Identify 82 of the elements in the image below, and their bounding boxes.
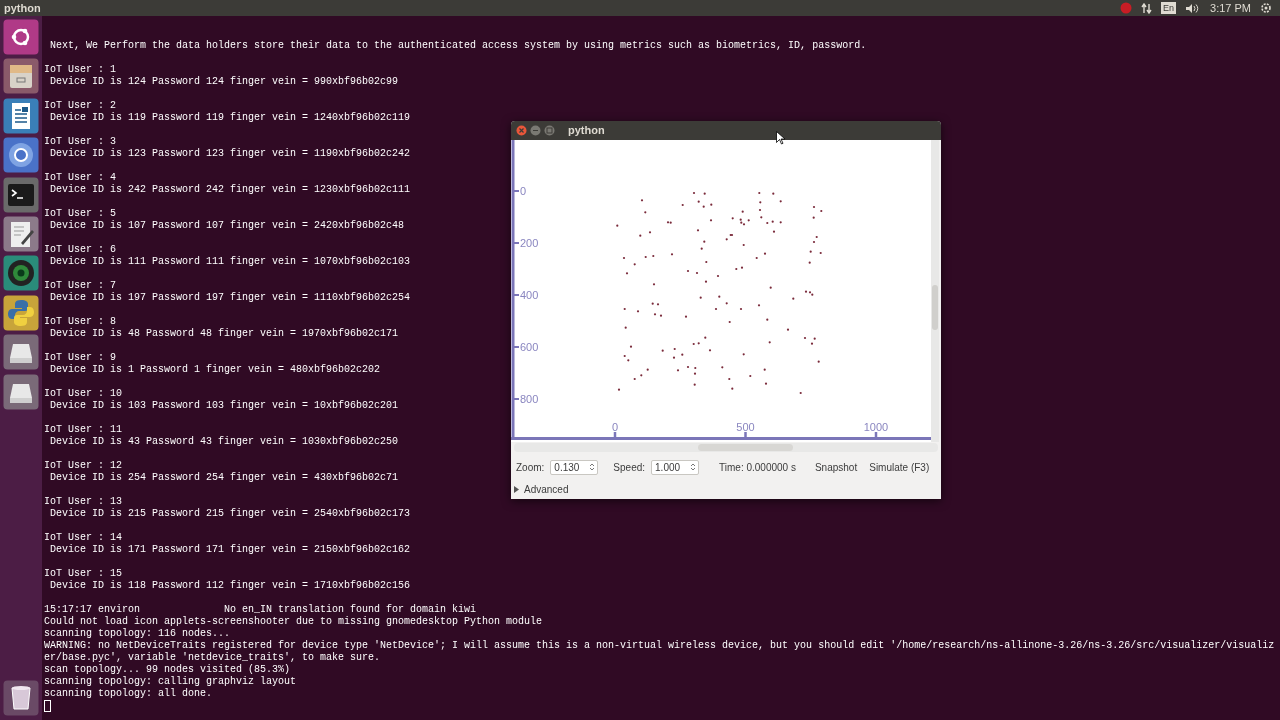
spin-arrows-icon[interactable] [589,462,596,472]
terminal-line: Device ID is 118 Password 112 finger vein = 1710xbf96b02c156 [49,580,411,591]
power-icon[interactable] [1260,2,1272,14]
file-cabinet-icon[interactable] [3,58,39,95]
terminal-line: IoT User : 12 [44,460,122,471]
terminal-line: Device ID is 48 Password 48 finger vein = 1970xbf96b02c171 [49,328,399,339]
terminal-line: Device ID is 119 Password 119 finger vein = 1240xbf96b02c119 [49,112,411,123]
terminal-line: scanning topology: calling graphviz layout [44,676,297,687]
maximize-icon[interactable] [544,125,555,136]
terminal-line: WARNING: no NetDeviceTraits registered for device type 'NetDevice'; I will assume this is a non-virtual wireless device, but you should edit '/home/research/ns-allinone-3.26/ns-3.26/src/visualizer/visualiz [44,640,1275,651]
vertical-scrollbar[interactable] [931,140,939,442]
terminal-line: IoT User : 2 [44,100,116,111]
horizontal-scrollbar[interactable] [514,443,938,452]
drive-icon[interactable] [3,373,39,410]
terminal-line: Device ID is 103 Password 103 finger vein = 10xbf96b02c201 [49,400,399,411]
spin-arrows-icon[interactable] [690,462,697,472]
axis-label: 0 [611,421,619,433]
camera-lens-icon[interactable] [3,255,39,292]
terminal-line: er/base.pyc', variable 'netdevice_traits', to make sure. [44,652,381,663]
terminal-line: IoT User : 6 [44,244,116,255]
terminal-line: Device ID is 43 Password 43 finger vein = 1030xbf96b02c250 [49,436,399,447]
terminal-line: Device ID is 123 Password 123 finger vein = 1190xbf96b02c242 [49,148,411,159]
snapshot-button[interactable]: Snapshot [813,459,859,475]
document-icon[interactable] [3,97,39,134]
terminal-line: scanning topology: 116 nodes... [44,628,231,639]
clock[interactable]: 3:17 PM [1210,0,1251,17]
terminal-line: Device ID is 171 Password 171 finger vein = 2150xbf96b02c162 [49,544,411,555]
axis-label: 800 [520,393,539,405]
terminal-line: IoT User : 7 [44,280,116,291]
speed-label: Speed: [613,460,646,475]
axis-label: 1000 [863,421,889,433]
scroll-thumb[interactable] [698,444,793,451]
terminal-line: scan topology... 99 nodes visited (85.3%) [44,664,291,675]
axis-label: 200 [520,237,539,249]
terminal-line: Could not load icon applets-screenshooter due to missing gnomedesktop Python module [44,616,543,627]
simulate-button[interactable]: Simulate (F3) [868,459,931,475]
drive-icon[interactable] [3,334,39,371]
terminal-line: IoT User : 5 [44,208,116,219]
terminal-line: IoT User : 3 [44,136,116,147]
terminal-line: IoT User : 8 [44,316,116,327]
terminal-line: IoT User : 9 [44,352,116,363]
axis-label: 600 [520,341,539,353]
browser-icon[interactable] [3,137,39,174]
terminal-line: Device ID is 242 Password 242 finger vein = 1230xbf96b02c111 [49,184,411,195]
text-cursor [44,700,51,712]
terminal-line: IoT User : 10 [44,388,122,399]
time-readout: Time: 0.000000 s [719,460,796,475]
advanced-expander[interactable]: Advanced [513,482,569,497]
terminal-line: Device ID is 197 Password 197 finger vein = 1110xbf96b02c254 [49,292,411,303]
terminal-line: IoT User : 14 [44,532,122,543]
text-editor-icon[interactable] [3,215,39,252]
zoom-spinbox[interactable]: 0.130 [550,459,599,475]
terminal-line: scanning topology: all done. [44,688,213,699]
terminal-line: Device ID is 124 Password 124 finger vein = 990xbf96b02c99 [49,76,399,87]
terminal-line: IoT User : 11 [44,424,122,435]
axis-label: 400 [520,289,539,301]
terminal-line: IoT User : 1 [44,64,116,75]
terminal-line: Next, We Perform the data holders store their data to the authenticated access system by using metrics such as biometrics, ID, password. [49,40,867,51]
terminal-line: Device ID is 215 Password 215 finger vein = 2540xbf96b02c173 [49,508,411,519]
terminal-line: 15:17:17 environ No en_IN translation found for domain kiwi [44,604,477,615]
close-icon[interactable] [516,125,527,136]
keyboard-layout-indicator[interactable]: En [1161,2,1177,14]
window-title: python [4,0,41,16]
terminal-line: IoT User : 4 [44,172,116,183]
terminal-line: Device ID is 107 Password 107 finger vein = 2420xbf96b02c48 [49,220,405,231]
terminal-line: Device ID is 1 Password 1 finger vein = 480xbf96b02c202 [49,364,381,375]
axis-label: 500 [736,421,755,433]
minimize-icon[interactable] [530,125,541,136]
scroll-thumb[interactable] [932,285,938,330]
zoom-label: Zoom: [516,460,545,475]
axis-label: 0 [520,185,527,197]
network-icon[interactable] [1141,2,1152,14]
terminal-line: IoT User : 13 [44,496,122,507]
terminal-icon[interactable] [3,176,39,213]
terminal-line: Device ID is 254 Password 254 finger vein = 430xbf96b02c71 [49,472,399,483]
trash-icon[interactable] [3,680,39,716]
python-logo-icon[interactable] [3,294,39,331]
ubuntu-logo-icon[interactable] [3,19,39,55]
terminal-line: Device ID is 111 Password 111 finger vein = 1070xbf96b02c103 [49,256,411,267]
terminal-line: IoT User : 15 [44,568,122,579]
window-title: python [568,123,605,139]
speed-spinbox[interactable]: 1.000 [651,459,700,475]
